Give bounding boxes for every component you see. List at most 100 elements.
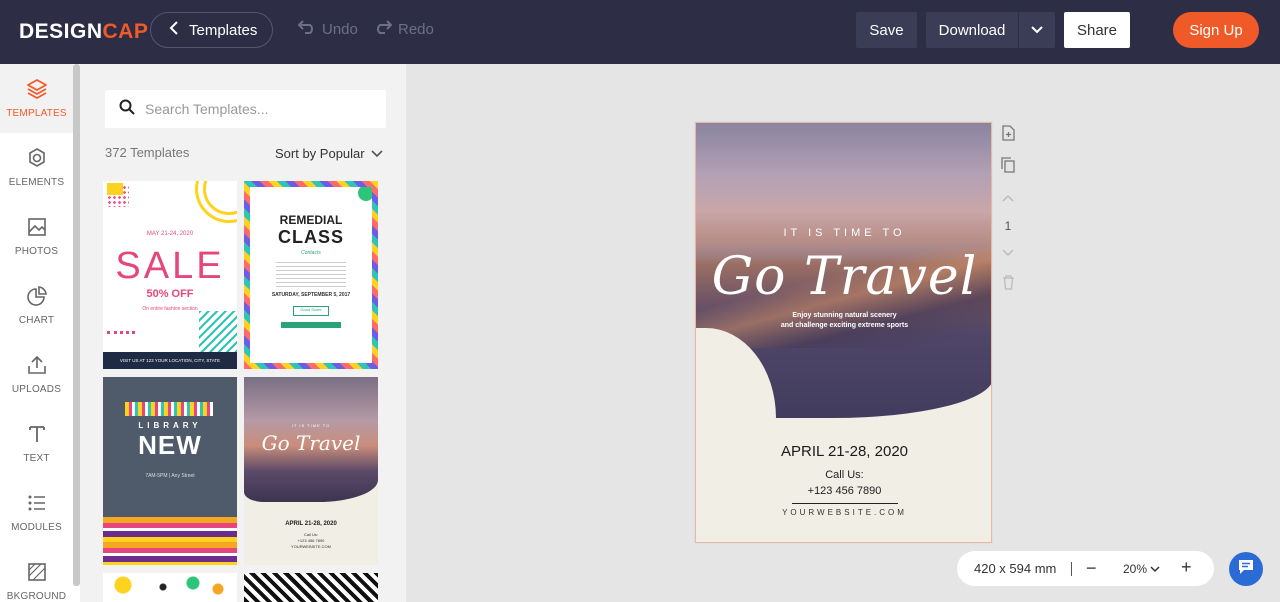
template-thumb-library-new[interactable]: LIBRARY NEW 7AM-5PM | Any Street xyxy=(103,377,237,565)
decorative-stripes xyxy=(199,311,237,353)
tagline-line2: and challenge exciting extreme sports xyxy=(780,322,909,329)
thumb-script: Contacts xyxy=(301,250,321,256)
search-icon xyxy=(119,99,135,120)
logo[interactable]: DESIGNCAP xyxy=(19,20,148,44)
design-canvas-page[interactable]: IT IS TIME TO Go Travel Enjoy stunning n… xyxy=(695,122,992,543)
zoom-level-dropdown[interactable]: 20% xyxy=(1123,562,1160,576)
move-page-down-button[interactable] xyxy=(998,243,1018,263)
sidebar-item-chart[interactable]: CHART xyxy=(0,271,73,340)
sidebar-item-elements[interactable]: ELEMENTS xyxy=(0,133,73,202)
sort-dropdown[interactable]: Sort by Popular xyxy=(275,146,383,161)
thumb-kicker: IT IS TIME TO xyxy=(291,423,331,428)
template-thumb-partial-2[interactable] xyxy=(244,573,378,602)
canvas-kicker-text[interactable]: IT IS TIME TO xyxy=(696,227,991,239)
chat-icon xyxy=(1237,558,1255,581)
trash-icon xyxy=(1002,275,1015,295)
divider xyxy=(1071,562,1072,576)
sidebar-item-label: PHOTOS xyxy=(14,246,59,257)
decorative-zigzag xyxy=(107,331,135,345)
thumb-illustration xyxy=(103,573,237,602)
tagline-line1: Enjoy stunning natural scenery xyxy=(792,312,897,319)
decorative-rings xyxy=(203,181,237,215)
canvas-website-text[interactable]: YOURWEBSITE.COM xyxy=(696,508,991,517)
template-thumb-sale[interactable]: MAY 21-24, 2020 SALE 50% OFF On entire f… xyxy=(103,181,237,369)
sidebar-scrollbar[interactable] xyxy=(73,64,80,586)
template-count: 372 Templates xyxy=(105,145,190,160)
add-page-button[interactable] xyxy=(998,124,1018,146)
thumb-web: YOURWEBSITE.COM xyxy=(291,544,331,549)
tool-sidebar: TEMPLATES ELEMENTS PHOTOS CHART UPLOADS … xyxy=(0,64,80,602)
thumb-title: SALE xyxy=(115,245,225,287)
chevron-down-icon xyxy=(1002,244,1014,262)
chevron-down-icon xyxy=(371,146,383,161)
list-icon xyxy=(26,492,48,517)
redo-icon xyxy=(374,20,393,38)
sidebar-item-templates[interactable]: TEMPLATES xyxy=(0,64,73,133)
back-to-templates-button[interactable]: Templates xyxy=(150,12,273,48)
sidebar-item-label: TEMPLATES xyxy=(6,108,67,119)
add-page-icon xyxy=(1001,124,1015,146)
download-button[interactable]: Download xyxy=(926,12,1018,48)
sidebar-item-label: BKGROUND xyxy=(6,591,67,602)
undo-label: Undo xyxy=(322,20,358,38)
move-page-up-button[interactable] xyxy=(998,188,1018,208)
zoom-out-button[interactable]: − xyxy=(1086,558,1097,579)
save-button[interactable]: Save xyxy=(856,12,917,48)
decorative-book-stack xyxy=(103,517,237,565)
download-options-button[interactable] xyxy=(1019,12,1055,48)
elements-icon xyxy=(26,147,48,172)
thumb-info: 7AM-5PM | Any Street xyxy=(145,473,195,479)
template-thumb-remedial-class[interactable]: REMEDIAL CLASS Contacts SATURDAY, SEPTEM… xyxy=(244,181,378,369)
thumb-content: REMEDIAL CLASS Contacts SATURDAY, SEPTEM… xyxy=(260,199,362,349)
sidebar-item-uploads[interactable]: UPLOADS xyxy=(0,340,73,409)
zoom-level: 20% xyxy=(1123,562,1148,576)
template-thumb-partial-1[interactable] xyxy=(103,573,237,602)
thumb-discount: 50% OFF xyxy=(146,288,194,300)
text-icon xyxy=(26,423,48,448)
canvas-phone-text[interactable]: +123 456 7890 xyxy=(696,485,991,497)
search-box xyxy=(105,90,386,128)
redo-button[interactable]: Redo xyxy=(374,20,434,38)
sidebar-item-modules[interactable]: MODULES xyxy=(0,478,73,547)
thumb-contact: Call Us: +123 456 7890 YOURWEBSITE.COM xyxy=(244,532,378,550)
thumb-title-line2: CLASS xyxy=(277,227,344,247)
zoom-in-button[interactable]: + xyxy=(1181,557,1192,578)
template-thumb-go-travel[interactable]: IT IS TIME TO Go Travel APRIL 21-28, 202… xyxy=(244,377,378,565)
zoom-control: 420 x 594 mm − 20% + xyxy=(957,551,1214,586)
decorative-square xyxy=(107,183,123,195)
thumb-footer-bar xyxy=(281,322,341,328)
redo-label: Redo xyxy=(398,20,434,38)
chat-button[interactable] xyxy=(1229,552,1263,586)
share-button[interactable]: Share xyxy=(1064,12,1130,48)
sidebar-item-label: CHART xyxy=(18,315,55,326)
chevron-down-icon xyxy=(1150,562,1160,576)
canvas-date-text[interactable]: APRIL 21-28, 2020 xyxy=(696,443,991,460)
thumb-title: Go Travel xyxy=(261,431,361,455)
sidebar-item-label: MODULES xyxy=(11,522,62,533)
thumb-text-lines xyxy=(276,262,346,288)
thumb-title-line2: NEW xyxy=(138,430,202,460)
layers-icon xyxy=(26,78,48,103)
sidebar-item-background[interactable]: BKGROUND xyxy=(0,547,73,602)
sidebar-item-text[interactable]: TEXT xyxy=(0,409,73,478)
copy-icon xyxy=(1001,156,1015,178)
canvas-divider[interactable] xyxy=(792,503,898,504)
canvas-title-text[interactable]: Go Travel xyxy=(696,247,991,307)
sidebar-item-label: ELEMENTS xyxy=(8,177,65,188)
canvas-tagline[interactable]: Enjoy stunning natural scenery and chall… xyxy=(696,311,991,331)
templates-button-label: Templates xyxy=(189,21,258,39)
undo-button[interactable]: Undo xyxy=(297,20,358,38)
chevron-left-icon xyxy=(169,21,179,39)
sort-label: Sort by Popular xyxy=(275,146,365,161)
duplicate-page-button[interactable] xyxy=(998,156,1018,178)
sign-up-button[interactable]: Sign Up xyxy=(1173,12,1259,48)
image-icon xyxy=(26,216,48,241)
delete-page-button[interactable] xyxy=(998,275,1018,295)
upload-icon xyxy=(26,354,48,379)
thumb-footer: VISIT US AT 123 YOUR LOCATION, CITY, STA… xyxy=(103,352,237,369)
sidebar-item-photos[interactable]: PHOTOS xyxy=(0,202,73,271)
chevron-down-icon xyxy=(1031,21,1043,39)
canvas-call-label[interactable]: Call Us: xyxy=(696,469,991,481)
search-input[interactable] xyxy=(145,101,365,117)
premium-badge-icon xyxy=(358,187,372,201)
